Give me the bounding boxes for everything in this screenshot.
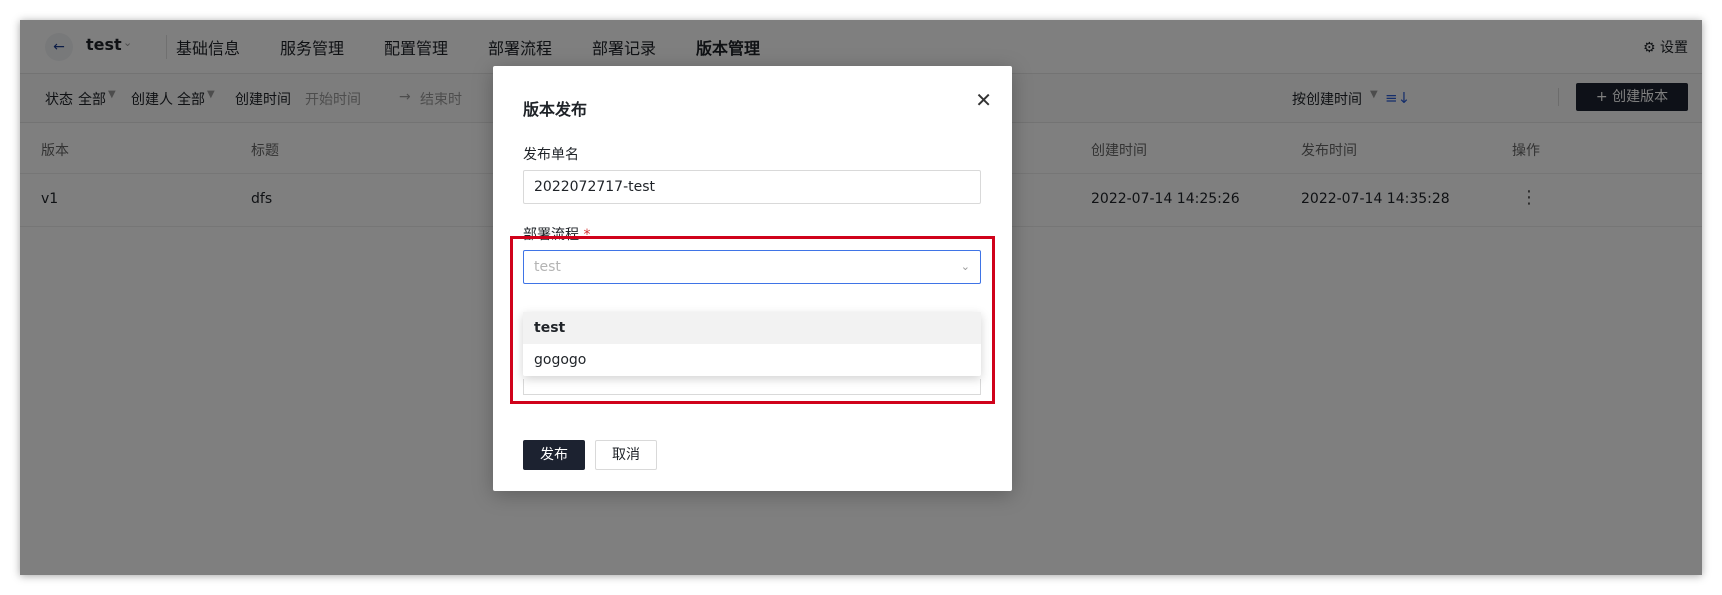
publish-button[interactable]: 发布 [523, 440, 585, 470]
pipeline-select[interactable]: test ⌄ [523, 250, 981, 284]
pipeline-select-placeholder: test [534, 259, 561, 275]
pipeline-label-text: 部署流程 [523, 227, 579, 243]
pipeline-label: 部署流程 * [523, 224, 590, 244]
app-window: ← test ⌄ 基础信息 服务管理 配置管理 部署流程 部署记录 版本管理 ⚙… [20, 20, 1702, 575]
pipeline-dropdown: test gogogo [523, 312, 981, 376]
release-name-input[interactable]: 2022072717-test [523, 170, 981, 204]
option-test[interactable]: test [523, 312, 981, 344]
dialog-title: 版本发布 [523, 100, 588, 119]
cancel-button[interactable]: 取消 [595, 440, 657, 470]
close-icon[interactable]: ✕ [975, 88, 992, 112]
obscured-field [523, 379, 981, 395]
release-name-label: 发布单名 [523, 147, 579, 163]
chevron-down-icon: ⌄ [960, 260, 970, 273]
option-gogogo[interactable]: gogogo [523, 344, 981, 376]
release-dialog: 版本发布 ✕ 发布单名 2022072717-test 部署流程 * test … [493, 66, 1012, 491]
required-mark: * [583, 227, 591, 243]
